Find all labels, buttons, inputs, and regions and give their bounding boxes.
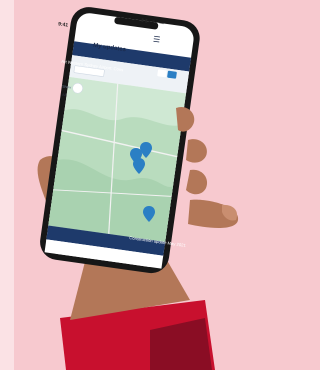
- filter-select[interactable]: All: [62, 93, 67, 98]
- hand-finger-3: [186, 169, 208, 195]
- hand-finger-2: [186, 139, 207, 163]
- hand-phone-illustration: [37, 7, 239, 370]
- toggle-button-a: [157, 69, 167, 78]
- illustration: 9:41 ▮▮ ▼ ▭ My updates ☰ Art Western Syd…: [0, 0, 261, 370]
- hamburger-menu-icon[interactable]: ☰: [152, 35, 160, 45]
- toggle-button-b: [167, 70, 177, 79]
- hand-finger-1: [176, 106, 195, 132]
